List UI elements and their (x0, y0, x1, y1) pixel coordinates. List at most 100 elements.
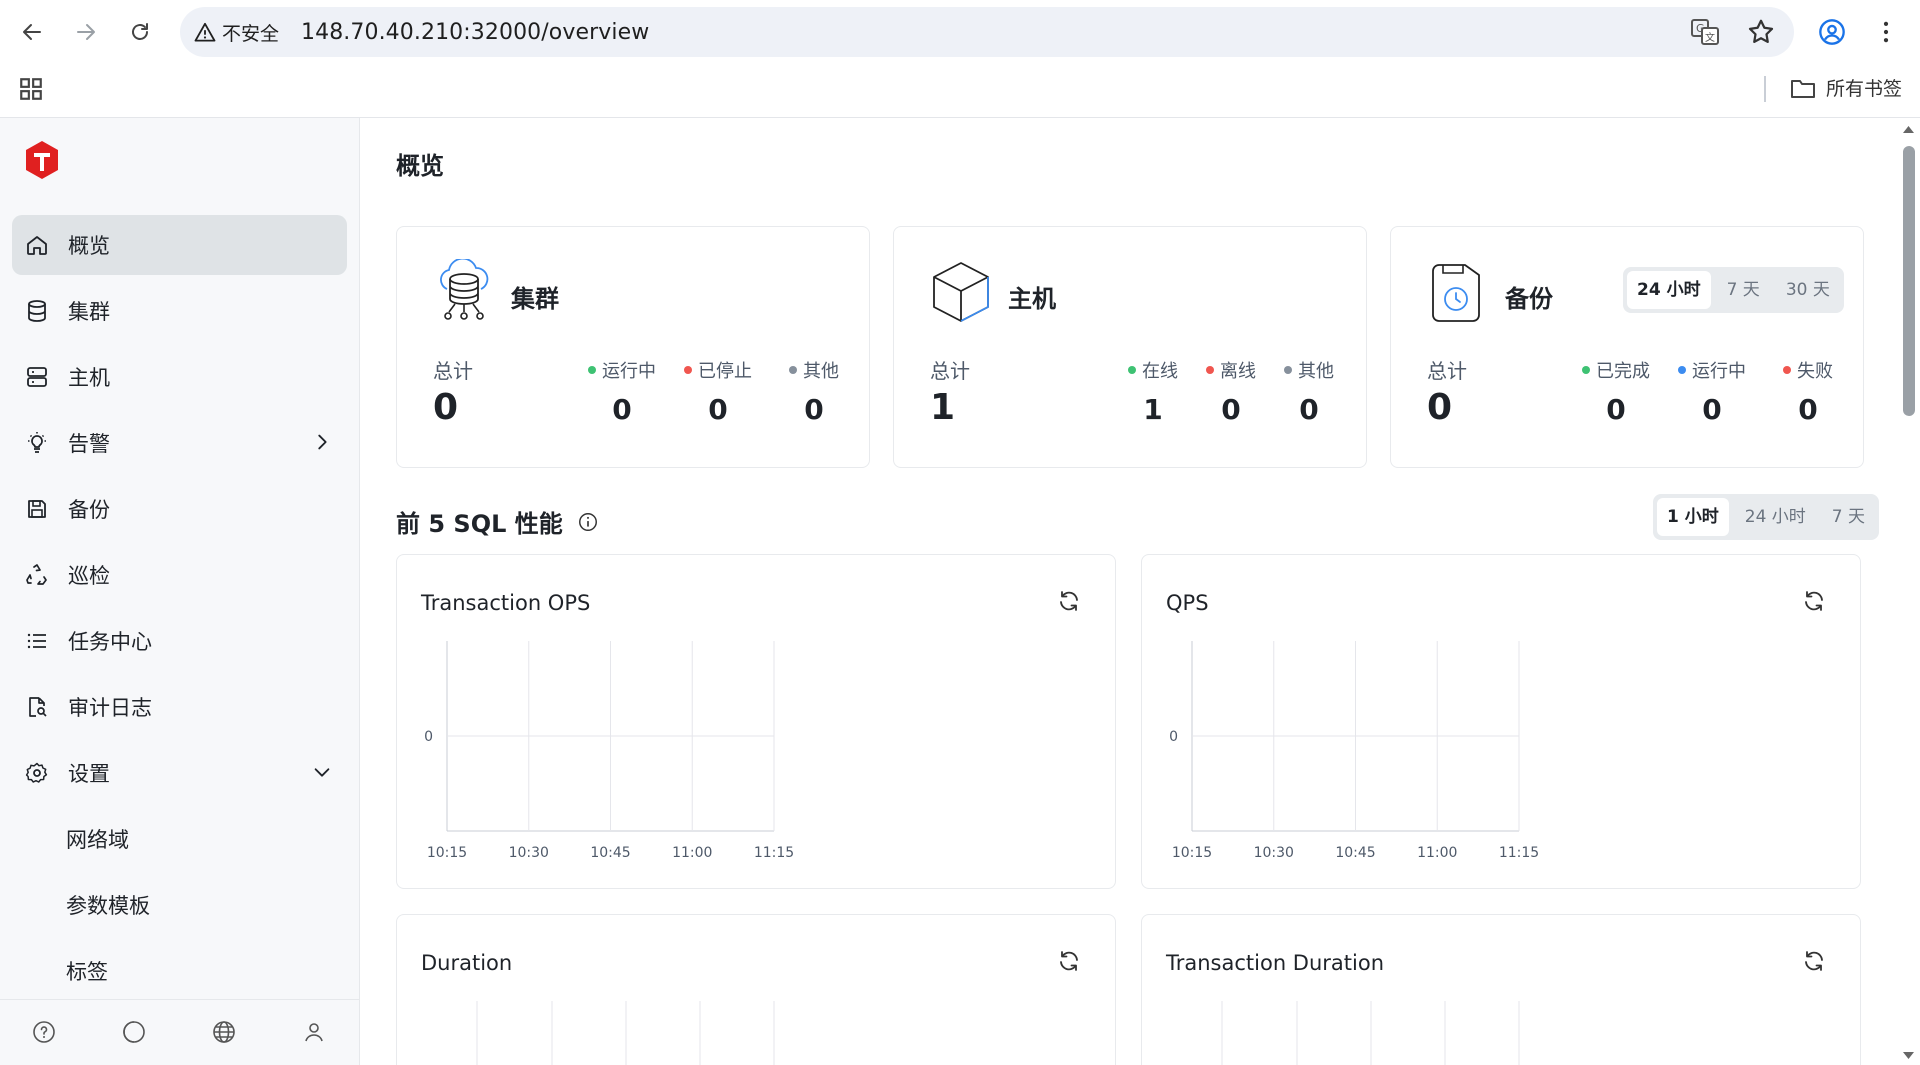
backup-clock-icon (1427, 259, 1489, 325)
sidebar-item-audit-log[interactable]: 审计日志 (12, 677, 347, 737)
home-icon (24, 232, 50, 258)
sql-range-1h[interactable]: 1 小时 (1657, 498, 1729, 536)
stat-value: 0 (612, 393, 632, 426)
x-tick-label: 11:00 (1417, 845, 1457, 861)
list-icon (24, 628, 50, 654)
main-content: 概览 集群 总计 0 运行中 0 已停止 0 其他 0 主机 总计 1 在线 1… (361, 118, 1897, 1065)
page-scrollbar[interactable] (1897, 118, 1920, 1065)
stat-label: 失败 (1797, 361, 1833, 382)
backup-total-value: 0 (1427, 387, 1453, 428)
status-dot (1582, 366, 1590, 374)
security-indicator[interactable]: 不安全 (194, 19, 279, 46)
backup-range-24h[interactable]: 24 小时 (1627, 271, 1711, 309)
x-tick-label: 10:15 (427, 845, 467, 861)
host-stat-offline: 离线 0 (1186, 357, 1276, 426)
y-tick-label: 0 (424, 729, 433, 745)
forward-button[interactable] (68, 14, 104, 50)
sidebar-item-label: 概览 (68, 234, 110, 258)
sidebar-item-host[interactable]: 主机 (12, 347, 347, 407)
save-icon (24, 496, 50, 522)
backup-stat-completed: 已完成 0 (1571, 357, 1661, 426)
y-tick-label: 0 (1169, 729, 1178, 745)
bulb-icon (24, 430, 50, 456)
backup-stat-failed: 失败 0 (1763, 357, 1853, 426)
apps-button[interactable] (18, 76, 44, 102)
cube-icon (930, 259, 992, 325)
sidebar-subitem-network-domain[interactable]: 网络域 (12, 809, 347, 869)
scroll-up-arrow-icon[interactable] (1897, 122, 1920, 136)
sql-range-24h[interactable]: 24 小时 (1735, 498, 1816, 536)
backup-range-7d[interactable]: 7 天 (1717, 271, 1770, 309)
reload-icon (132, 23, 148, 40)
sql-range-selector: 1 小时 24 小时 7 天 (1653, 494, 1880, 540)
all-bookmarks-label: 所有书签 (1826, 78, 1903, 100)
sql-section-title: 前 5 SQL 性能 (396, 504, 599, 539)
bookmarks-separator (1764, 76, 1766, 102)
sidebar-item-label: 设置 (68, 762, 110, 786)
backup-range-30d[interactable]: 30 天 (1776, 271, 1840, 309)
sidebar-item-label: 巡检 (68, 564, 110, 588)
star-icon[interactable] (1746, 17, 1776, 47)
back-button[interactable] (14, 14, 50, 50)
sidebar-item-alerts[interactable]: 告警 (12, 413, 347, 473)
address-bar[interactable]: 不安全 148.70.40.210:32000/overview G文 (180, 7, 1794, 57)
chart-card-qps: QPS 10:15 10:30 10:45 11:00 11:15 0 (1141, 554, 1861, 889)
stat-value: 0 (708, 393, 728, 426)
browser-menu-button[interactable] (1868, 14, 1904, 50)
x-tick-label: 10:45 (590, 845, 630, 861)
profile-button[interactable] (1814, 14, 1850, 50)
host-card: 主机 总计 1 在线 1 离线 0 其他 0 (893, 226, 1367, 468)
stat-value: 0 (1798, 393, 1818, 426)
url-text[interactable]: 148.70.40.210:32000/overview (301, 20, 649, 45)
stat-value: 0 (1606, 393, 1626, 426)
chart-gridlines (476, 1001, 775, 1065)
sidebar-item-settings[interactable]: 设置 (12, 743, 347, 803)
scroll-down-arrow-icon[interactable] (1897, 1049, 1920, 1063)
sidebar-item-task-center[interactable]: 任务中心 (12, 611, 347, 671)
status-dot (1206, 366, 1214, 374)
help-icon[interactable] (32, 1020, 56, 1044)
chart-plot: 10:15 10:30 10:45 11:00 11:15 0 (424, 641, 794, 861)
status-dot (1128, 366, 1136, 374)
sidebar-item-label: 备份 (68, 498, 110, 522)
info-icon[interactable] (577, 511, 599, 533)
chart-plot-partial (476, 1001, 775, 1065)
chart-card-transaction-ops: Transaction OPS 10:15 10:30 10:45 11:00 11:1… (396, 554, 1116, 889)
sidebar-subitem-param-template[interactable]: 参数模板 (12, 875, 347, 935)
stat-label: 在线 (1142, 361, 1178, 382)
x-tick-label: 10:30 (1254, 845, 1294, 861)
arrow-right-icon (77, 24, 95, 40)
sidebar-item-overview[interactable]: 概览 (12, 215, 347, 275)
cluster-stat-stopped: 已停止 0 (673, 357, 763, 426)
scrollbar-thumb[interactable] (1903, 146, 1915, 416)
globe-icon[interactable] (212, 1020, 236, 1044)
sidebar-item-inspection[interactable]: 巡检 (12, 545, 347, 605)
sidebar-item-backup[interactable]: 备份 (12, 479, 347, 539)
sql-range-7d[interactable]: 7 天 (1822, 498, 1875, 536)
folder-icon (1791, 79, 1815, 98)
chevron-down-icon (311, 761, 333, 783)
sidebar-item-label: 审计日志 (68, 696, 152, 720)
x-tick-label: 11:15 (1499, 845, 1539, 861)
user-icon[interactable] (302, 1020, 326, 1044)
recycle-icon (24, 562, 50, 588)
chart-gridlines (1221, 1001, 1520, 1065)
app-logo[interactable] (24, 140, 60, 180)
sidebar-subitem-tags[interactable]: 标签 (12, 941, 347, 1001)
sidebar-item-cluster[interactable]: 集群 (12, 281, 347, 341)
theme-toggle-icon[interactable] (122, 1020, 146, 1044)
reload-button[interactable] (122, 14, 158, 50)
stat-label: 离线 (1220, 361, 1256, 382)
translate-icon[interactable]: G文 (1690, 17, 1720, 47)
cluster-card: 集群 总计 0 运行中 0 已停止 0 其他 0 (396, 226, 870, 468)
security-label: 不安全 (222, 22, 280, 45)
account-circle-icon (1819, 19, 1845, 45)
arrow-left-icon (23, 24, 41, 40)
sql-section-title-text: 前 5 SQL 性能 (396, 510, 563, 538)
chart-card-transaction-duration: Transaction Duration (1141, 914, 1861, 1065)
all-bookmarks-folder[interactable]: 所有书签 (1790, 74, 1902, 101)
chart-plot: 10:15 10:30 10:45 11:00 11:15 0 (1169, 641, 1539, 861)
logo-icon (26, 141, 58, 179)
sidebar-menu: 概览 集群 主机 告警 备份 巡检 任务中心 审计日志 设置 网络域 参数模板 … (12, 215, 347, 1007)
cluster-stat-other: 其他 0 (769, 357, 859, 426)
